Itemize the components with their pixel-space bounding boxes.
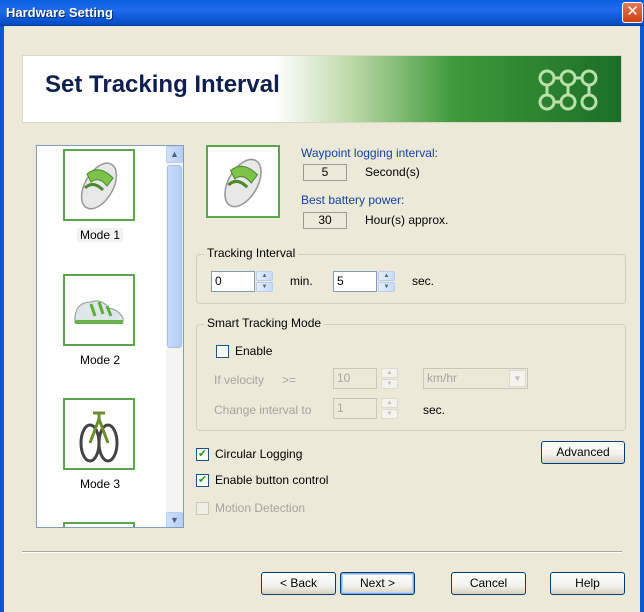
mode-4-thumbnail [63, 522, 135, 527]
velocity-unit-select[interactable]: km/hr ▼ [423, 368, 528, 389]
circular-logging-label: Circular Logging [215, 447, 303, 461]
sandal-icon [80, 162, 118, 210]
window-frame-left [0, 26, 4, 612]
velocity-up-icon[interactable]: ▲ [381, 368, 398, 378]
chevron-down-icon[interactable]: ▼ [509, 370, 526, 387]
mode-3-label: Mode 3 [79, 477, 121, 491]
window-title: Hardware Setting [6, 5, 113, 20]
change-down-icon[interactable]: ▼ [381, 409, 398, 419]
motion-detection-checkbox[interactable]: Motion Detection [196, 501, 305, 515]
mode-1-thumbnail [63, 149, 135, 221]
green-dots-logo-icon [538, 69, 598, 111]
window-frame-right [640, 26, 644, 612]
header-banner: Set Tracking Interval [22, 55, 622, 123]
velocity-operator: >= [282, 373, 297, 387]
back-button[interactable]: < Back [261, 572, 336, 595]
button-control-check-icon[interactable]: ✔ [196, 473, 209, 487]
waypoint-unit: Second(s) [365, 165, 420, 179]
mode-item-1[interactable]: Mode 1 [63, 149, 137, 242]
velocity-label: If velocity [214, 373, 265, 387]
change-interval-unit: sec. [423, 403, 446, 417]
advanced-button[interactable]: Advanced [541, 441, 625, 464]
button-control-checkbox[interactable]: ✔ Enable button control [196, 473, 328, 487]
button-control-label: Enable button control [215, 473, 329, 487]
title-bar: Hardware Setting ✕ [0, 0, 644, 26]
mode-2-thumbnail [63, 274, 135, 346]
scroll-up-icon[interactable]: ▲ [166, 146, 183, 163]
mode-list[interactable]: Mode 1 Mode 2 Mode 3 ▲ ▼ [36, 145, 184, 528]
mode-3-thumbnail [63, 398, 135, 470]
tracking-interval-title: Tracking Interval [204, 246, 299, 260]
bicycle-icon [79, 411, 119, 463]
smart-tracking-enable-checkbox[interactable]: Enable [216, 344, 272, 358]
mode-item-3[interactable]: Mode 3 [63, 398, 137, 491]
sandal-icon [224, 158, 262, 207]
battery-value: 30 [303, 212, 347, 229]
tracking-sec-stepper[interactable]: ▲ ▼ [378, 271, 395, 292]
min-down-icon[interactable]: ▼ [256, 282, 273, 292]
enable-label: Enable [235, 344, 273, 358]
velocity-down-icon[interactable]: ▼ [381, 379, 398, 389]
waypoint-value: 5 [303, 164, 347, 181]
page-title: Set Tracking Interval [45, 71, 280, 98]
battery-caption: Best battery power: [301, 193, 405, 207]
mode-list-scrollbar[interactable]: ▲ ▼ [166, 146, 183, 527]
help-button[interactable]: Help [550, 572, 625, 595]
velocity-field[interactable]: 10 [333, 368, 377, 389]
mode-2-label: Mode 2 [79, 353, 121, 367]
scroll-down-icon[interactable]: ▼ [166, 512, 183, 527]
cancel-button[interactable]: Cancel [451, 572, 526, 595]
tracking-sec-field[interactable]: 5 [333, 271, 377, 292]
min-up-icon[interactable]: ▲ [256, 271, 273, 281]
velocity-stepper[interactable]: ▲ ▼ [381, 368, 398, 389]
mode-1-label: Mode 1 [76, 228, 124, 242]
selected-mode-thumbnail [206, 145, 280, 218]
change-interval-field[interactable]: 1 [333, 398, 377, 419]
sec-down-icon[interactable]: ▼ [378, 282, 395, 292]
mode-item-4[interactable] [63, 522, 137, 527]
close-icon[interactable]: ✕ [622, 2, 643, 23]
change-interval-label: Change interval to [214, 403, 312, 417]
change-interval-stepper[interactable]: ▲ ▼ [381, 398, 398, 419]
mode-item-2[interactable]: Mode 2 [63, 274, 137, 367]
battery-unit: Hour(s) approx. [365, 213, 449, 227]
circular-logging-checkbox[interactable]: ✔ Circular Logging [196, 447, 302, 461]
velocity-unit-value: km/hr [427, 371, 457, 385]
circular-logging-check-icon[interactable]: ✔ [196, 447, 209, 461]
footer-separator [22, 551, 622, 553]
tracking-min-stepper[interactable]: ▲ ▼ [256, 271, 273, 292]
tracking-min-field[interactable]: 0 [211, 271, 255, 292]
tracking-min-unit: min. [290, 274, 313, 288]
change-up-icon[interactable]: ▲ [381, 398, 398, 408]
smart-tracking-title: Smart Tracking Mode [204, 316, 325, 330]
enable-checkbox-box[interactable] [216, 344, 229, 358]
waypoint-caption: Waypoint logging interval: [301, 146, 438, 160]
next-button[interactable]: Next > [340, 572, 415, 595]
sneaker-icon [74, 300, 124, 324]
motion-detection-label: Motion Detection [215, 501, 306, 515]
motion-detection-box[interactable] [196, 501, 209, 515]
tracking-sec-unit: sec. [412, 274, 435, 288]
scroll-thumb[interactable] [167, 165, 182, 348]
sec-up-icon[interactable]: ▲ [378, 271, 395, 281]
